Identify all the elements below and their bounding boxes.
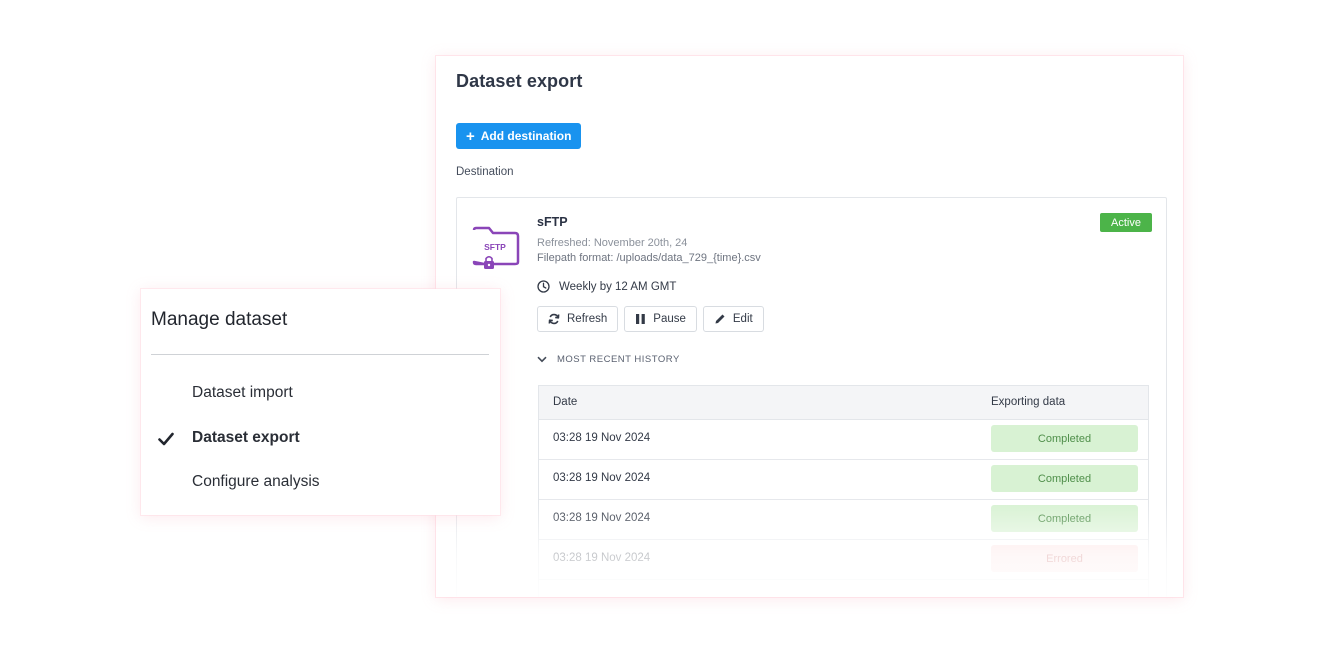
status-completed-badge: Completed: [991, 425, 1138, 452]
manage-title: Manage dataset: [151, 309, 288, 330]
menu-item-label: Dataset export: [192, 429, 300, 446]
divider: [151, 354, 489, 355]
status-completed-badge: Completed: [991, 505, 1138, 532]
schedule-text: Weekly by 12 AM GMT: [559, 280, 677, 293]
table-header: Date Exporting data: [539, 386, 1148, 420]
schedule-info: Weekly by 12 AM GMT: [537, 280, 676, 293]
refresh-label: Refresh: [567, 313, 608, 325]
menu-item-label: Configure analysis: [192, 473, 320, 490]
row-date: 03:28 19 Nov 2024: [553, 512, 651, 524]
column-header-exporting: Exporting data: [991, 396, 1066, 408]
column-header-date: Date: [553, 396, 578, 408]
refreshed-date: Refreshed: November 20th, 24: [537, 237, 688, 249]
history-toggle[interactable]: MOST RECENT HISTORY: [537, 354, 680, 365]
destination-name: sFTP: [537, 215, 568, 229]
destination-actions: Refresh Pause Edit: [537, 306, 764, 332]
plus-icon: +: [466, 127, 475, 145]
panel-title: Dataset export: [456, 71, 583, 91]
refresh-icon: [548, 313, 560, 325]
add-destination-label: Add destination: [480, 129, 572, 143]
table-row: 03:28 19 Nov 2024 Errored: [539, 540, 1148, 580]
dataset-export-panel: Dataset export + Add destination Destina…: [436, 56, 1183, 597]
status-errored-badge: Errored: [991, 545, 1138, 572]
pause-label: Pause: [653, 313, 686, 325]
destination-card: SFTP sFTP Refreshed: November 20th, 24 F…: [456, 197, 1167, 597]
pause-icon: [636, 314, 646, 324]
table-row: 03:28 19 Nov 2024 Completed: [539, 460, 1148, 500]
menu-item-dataset-export[interactable]: Dataset export: [141, 423, 500, 453]
refresh-button[interactable]: Refresh: [537, 306, 619, 332]
filepath-format: Filepath format: /uploads/data_729_{time…: [537, 252, 761, 264]
menu-item-label: Dataset import: [192, 384, 293, 401]
table-row: 03:28 19 Nov 2024 Completed: [539, 500, 1148, 540]
clock-icon: [537, 280, 550, 293]
history-label: MOST RECENT HISTORY: [557, 354, 680, 365]
pencil-icon: [715, 314, 725, 324]
checkmark-icon: [158, 432, 174, 446]
sftp-folder-icon: SFTP: [472, 226, 520, 269]
edit-label: Edit: [732, 313, 753, 325]
sftp-icon-text: SFTP: [484, 242, 506, 252]
add-destination-button[interactable]: + Add destination: [456, 123, 582, 149]
edit-button[interactable]: Edit: [702, 306, 764, 332]
pause-button[interactable]: Pause: [624, 306, 697, 332]
status-completed-badge: Completed: [991, 465, 1138, 492]
menu-item-configure-analysis[interactable]: Configure analysis: [141, 467, 500, 497]
manage-dataset-menu: Manage dataset Dataset import Dataset ex…: [141, 289, 500, 515]
chevron-down-icon: [537, 356, 547, 363]
row-date: 03:28 19 Nov 2024: [553, 432, 651, 444]
destination-section-label: Destination: [456, 166, 514, 178]
status-badge: Active: [1100, 213, 1152, 232]
history-table: Date Exporting data 03:28 19 Nov 2024 Co…: [538, 385, 1149, 597]
row-date: 03:28 19 Nov 2024: [553, 552, 651, 564]
menu-item-dataset-import[interactable]: Dataset import: [141, 378, 500, 408]
table-row: 03:28 19 Nov 2024 Completed: [539, 420, 1148, 460]
row-date: 03:28 19 Nov 2024: [553, 472, 651, 484]
